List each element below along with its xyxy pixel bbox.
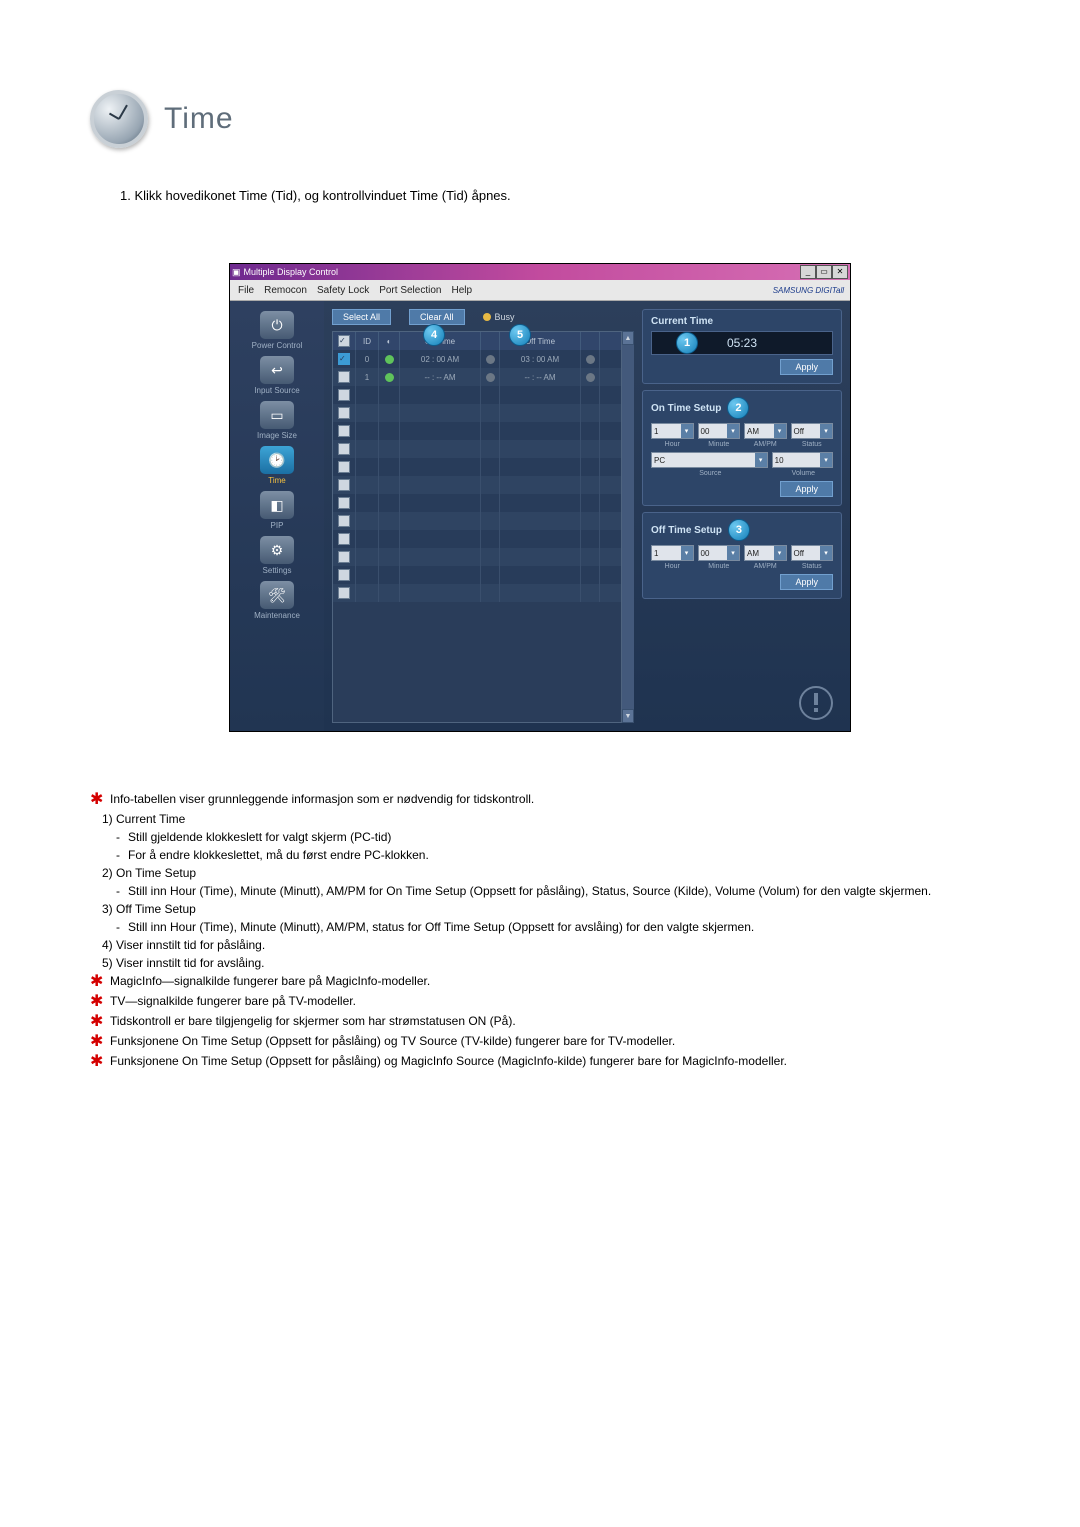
current-time-panel: Current Time 1 05:23 Apply <box>642 309 842 384</box>
menu-bar: File Remocon Safety Lock Port Selection … <box>230 280 850 301</box>
scroll-up-icon[interactable]: ▲ <box>622 331 634 345</box>
sidebar-item-power-control[interactable]: ⏻Power Control <box>230 311 324 350</box>
sidebar-item-image-size[interactable]: ▭Image Size <box>230 401 324 440</box>
intro-text: 1. Klikk hovedikonet Time (Tid), og kont… <box>120 188 990 203</box>
current-time-value: 05:23 <box>727 336 757 350</box>
table-row[interactable] <box>333 512 621 530</box>
col-check <box>333 332 356 350</box>
star-icon: ✱ <box>90 994 104 1010</box>
table-row[interactable] <box>333 440 621 458</box>
note-text: MagicInfo—signalkilde fungerer bare på M… <box>110 974 430 988</box>
brand-label: SAMSUNG DIGITall <box>773 286 844 295</box>
on-hour-select[interactable]: 1▾ <box>651 423 694 439</box>
note-text: Still inn Hour (Time), Minute (Minutt), … <box>128 884 931 898</box>
sidebar-item-time[interactable]: 🕑Time <box>230 446 324 485</box>
note-4: 4) Viser innstilt tid for påslåing. <box>102 938 990 952</box>
marker-2: 2 <box>727 397 749 419</box>
marker-3: 3 <box>728 519 750 541</box>
select-all-button[interactable]: Select All <box>332 309 391 325</box>
note-text: Tidskontroll er bare tilgjengelig for sk… <box>110 1014 516 1028</box>
apply-off-time-button[interactable]: Apply <box>780 574 833 590</box>
grid-scrollbar[interactable]: ▲ ▼ <box>622 331 634 723</box>
table-row[interactable] <box>333 386 621 404</box>
table-row[interactable] <box>333 548 621 566</box>
off-ampm-select[interactable]: AM▾ <box>744 545 787 561</box>
star-icon: ✱ <box>90 792 104 808</box>
notes-section: ✱ Info-tabellen viser grunnleggende infor… <box>90 792 990 1070</box>
note-3-title: 3) Off Time Setup <box>102 902 990 916</box>
scroll-down-icon[interactable]: ▼ <box>622 709 634 723</box>
sidebar: ⏻Power Control ↩Input Source ▭Image Size… <box>230 301 324 731</box>
minimize-icon[interactable]: _ <box>800 265 816 279</box>
table-row[interactable]: 1-- : -- AM-- : -- AM <box>333 368 621 386</box>
on-time-setup-panel: On Time Setup 2 1▾ 00▾ AM▾ Off▾ Hour Min… <box>642 390 842 506</box>
marker-1: 1 <box>676 332 698 354</box>
menu-help[interactable]: Help <box>451 285 472 296</box>
table-row[interactable] <box>333 476 621 494</box>
note-text: Still inn Hour (Time), Minute (Minutt), … <box>128 920 754 934</box>
on-ampm-select[interactable]: AM▾ <box>744 423 787 439</box>
table-row[interactable] <box>333 530 621 548</box>
sidebar-item-pip[interactable]: ◧PIP <box>230 491 324 530</box>
busy-indicator: Busy <box>483 312 515 322</box>
note-5: 5) Viser innstilt tid for avslåing. <box>102 956 990 970</box>
menu-safetylock[interactable]: Safety Lock <box>317 285 369 296</box>
current-time-title: Current Time <box>651 316 713 327</box>
sidebar-item-input-source[interactable]: ↩Input Source <box>230 356 324 395</box>
star-icon: ✱ <box>90 1014 104 1030</box>
warning-icon <box>796 683 836 723</box>
col-id: ID <box>356 332 379 350</box>
apply-current-time-button[interactable]: Apply <box>780 359 833 375</box>
note-text: Info-tabellen viser grunnleggende inform… <box>110 792 534 806</box>
close-icon[interactable]: ✕ <box>832 265 848 279</box>
off-hour-select[interactable]: 1▾ <box>651 545 694 561</box>
sidebar-item-settings[interactable]: ⚙Settings <box>230 536 324 575</box>
off-time-title: Off Time Setup <box>651 525 722 536</box>
table-row[interactable] <box>333 422 621 440</box>
note-text: Funksjonene On Time Setup (Oppsett for p… <box>110 1054 787 1068</box>
menu-portselection[interactable]: Port Selection <box>379 285 441 296</box>
table-row[interactable]: 002 : 00 AM03 : 00 AM <box>333 350 621 368</box>
col-st2 <box>581 332 600 350</box>
app-icon: ▣ <box>232 267 241 278</box>
app-screenshot: ▣ Multiple Display Control _ ▭ ✕ File Re… <box>229 263 851 732</box>
menu-remocon[interactable]: Remocon <box>264 285 307 296</box>
on-status-select[interactable]: Off▾ <box>791 423 834 439</box>
off-status-select[interactable]: Off▾ <box>791 545 834 561</box>
table-row[interactable] <box>333 566 621 584</box>
off-time-setup-panel: Off Time Setup 3 1▾ 00▾ AM▾ Off▾ Hour Mi… <box>642 512 842 599</box>
on-time-title: On Time Setup <box>651 403 721 414</box>
note-1-title: 1) Current Time <box>102 812 990 826</box>
note-text: Still gjeldende klokkeslett for valgt sk… <box>128 830 391 844</box>
star-icon: ✱ <box>90 1054 104 1070</box>
table-row[interactable] <box>333 458 621 476</box>
marker-5: 5 <box>509 324 531 346</box>
col-status: ◐ <box>379 332 400 350</box>
star-icon: ✱ <box>90 1034 104 1050</box>
display-grid: 4 5 ID ◐ On Time Off Time 0 <box>332 331 622 723</box>
maximize-icon[interactable]: ▭ <box>816 265 832 279</box>
apply-on-time-button[interactable]: Apply <box>780 481 833 497</box>
marker-4: 4 <box>423 324 445 346</box>
on-volume-select[interactable]: 10▾ <box>772 452 833 468</box>
note-text: Funksjonene On Time Setup (Oppsett for p… <box>110 1034 675 1048</box>
note-2-title: 2) On Time Setup <box>102 866 990 880</box>
menu-file[interactable]: File <box>238 285 254 296</box>
note-text: For å endre klokkeslettet, må du først e… <box>128 848 429 862</box>
on-minute-select[interactable]: 00▾ <box>698 423 741 439</box>
note-text: TV—signalkilde fungerer bare på TV-model… <box>110 994 356 1008</box>
window-title: Multiple Display Control <box>244 267 339 277</box>
table-row[interactable] <box>333 404 621 422</box>
col-st1 <box>481 332 500 350</box>
on-source-select[interactable]: PC▾ <box>651 452 768 468</box>
off-minute-select[interactable]: 00▾ <box>698 545 741 561</box>
clock-icon <box>90 90 148 148</box>
table-row[interactable] <box>333 494 621 512</box>
sidebar-item-maintenance[interactable]: 🛠Maintenance <box>230 581 324 620</box>
star-icon: ✱ <box>90 974 104 990</box>
table-row[interactable] <box>333 584 621 602</box>
page-title: Time <box>164 102 234 136</box>
clear-all-button[interactable]: Clear All <box>409 309 465 325</box>
window-titlebar: ▣ Multiple Display Control _ ▭ ✕ <box>230 264 850 280</box>
